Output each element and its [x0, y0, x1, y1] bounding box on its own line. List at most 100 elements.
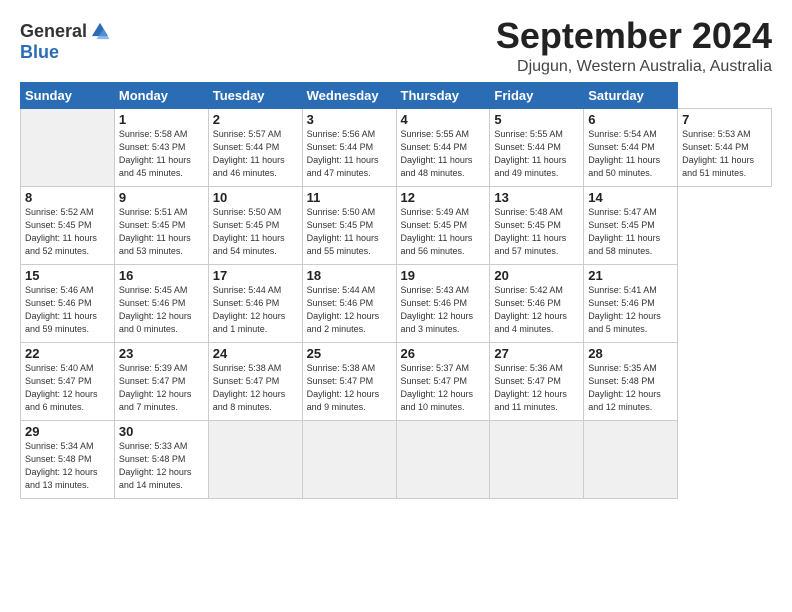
week-row-5: 29Sunrise: 5:34 AMSunset: 5:48 PMDayligh…	[21, 420, 772, 498]
day-number: 6	[588, 112, 673, 127]
day-cell: 26Sunrise: 5:37 AMSunset: 5:47 PMDayligh…	[396, 342, 490, 420]
day-cell: 19Sunrise: 5:43 AMSunset: 5:46 PMDayligh…	[396, 264, 490, 342]
column-header-sunday: Sunday	[21, 82, 115, 108]
day-number: 20	[494, 268, 579, 283]
day-cell: 18Sunrise: 5:44 AMSunset: 5:46 PMDayligh…	[302, 264, 396, 342]
day-cell: 15Sunrise: 5:46 AMSunset: 5:46 PMDayligh…	[21, 264, 115, 342]
day-cell: 1Sunrise: 5:58 AMSunset: 5:43 PMDaylight…	[114, 108, 208, 186]
column-header-saturday: Saturday	[584, 82, 678, 108]
day-info: Sunrise: 5:40 AMSunset: 5:47 PMDaylight:…	[25, 362, 110, 414]
logo-blue-text: Blue	[20, 42, 59, 63]
day-cell: 11Sunrise: 5:50 AMSunset: 5:45 PMDayligh…	[302, 186, 396, 264]
day-cell: 23Sunrise: 5:39 AMSunset: 5:47 PMDayligh…	[114, 342, 208, 420]
day-info: Sunrise: 5:56 AMSunset: 5:44 PMDaylight:…	[307, 128, 392, 180]
day-cell: 9Sunrise: 5:51 AMSunset: 5:45 PMDaylight…	[114, 186, 208, 264]
week-row-4: 22Sunrise: 5:40 AMSunset: 5:47 PMDayligh…	[21, 342, 772, 420]
day-info: Sunrise: 5:55 AMSunset: 5:44 PMDaylight:…	[494, 128, 579, 180]
day-info: Sunrise: 5:50 AMSunset: 5:45 PMDaylight:…	[307, 206, 392, 258]
day-info: Sunrise: 5:33 AMSunset: 5:48 PMDaylight:…	[119, 440, 204, 492]
day-number: 11	[307, 190, 392, 205]
day-cell: 29Sunrise: 5:34 AMSunset: 5:48 PMDayligh…	[21, 420, 115, 498]
day-info: Sunrise: 5:57 AMSunset: 5:44 PMDaylight:…	[213, 128, 298, 180]
day-info: Sunrise: 5:46 AMSunset: 5:46 PMDaylight:…	[25, 284, 110, 336]
column-header-wednesday: Wednesday	[302, 82, 396, 108]
day-cell	[208, 420, 302, 498]
day-number: 14	[588, 190, 673, 205]
week-row-2: 8Sunrise: 5:52 AMSunset: 5:45 PMDaylight…	[21, 186, 772, 264]
day-info: Sunrise: 5:45 AMSunset: 5:46 PMDaylight:…	[119, 284, 204, 336]
day-number: 23	[119, 346, 204, 361]
day-number: 21	[588, 268, 673, 283]
day-number: 7	[682, 112, 767, 127]
day-cell: 27Sunrise: 5:36 AMSunset: 5:47 PMDayligh…	[490, 342, 584, 420]
day-info: Sunrise: 5:51 AMSunset: 5:45 PMDaylight:…	[119, 206, 204, 258]
day-number: 25	[307, 346, 392, 361]
day-info: Sunrise: 5:38 AMSunset: 5:47 PMDaylight:…	[213, 362, 298, 414]
day-info: Sunrise: 5:50 AMSunset: 5:45 PMDaylight:…	[213, 206, 298, 258]
logo-general-text: General	[20, 21, 87, 42]
day-cell: 13Sunrise: 5:48 AMSunset: 5:45 PMDayligh…	[490, 186, 584, 264]
day-info: Sunrise: 5:53 AMSunset: 5:44 PMDaylight:…	[682, 128, 767, 180]
day-cell: 30Sunrise: 5:33 AMSunset: 5:48 PMDayligh…	[114, 420, 208, 498]
day-number: 19	[401, 268, 486, 283]
calendar-header: SundayMondayTuesdayWednesdayThursdayFrid…	[21, 82, 772, 108]
day-cell: 12Sunrise: 5:49 AMSunset: 5:45 PMDayligh…	[396, 186, 490, 264]
day-number: 13	[494, 190, 579, 205]
day-cell: 8Sunrise: 5:52 AMSunset: 5:45 PMDaylight…	[21, 186, 115, 264]
day-info: Sunrise: 5:48 AMSunset: 5:45 PMDaylight:…	[494, 206, 579, 258]
day-info: Sunrise: 5:37 AMSunset: 5:47 PMDaylight:…	[401, 362, 486, 414]
day-cell: 3Sunrise: 5:56 AMSunset: 5:44 PMDaylight…	[302, 108, 396, 186]
day-number: 12	[401, 190, 486, 205]
day-info: Sunrise: 5:49 AMSunset: 5:45 PMDaylight:…	[401, 206, 486, 258]
day-number: 3	[307, 112, 392, 127]
day-number: 27	[494, 346, 579, 361]
month-title: September 2024	[496, 16, 772, 56]
empty-cell	[21, 108, 115, 186]
day-number: 9	[119, 190, 204, 205]
day-info: Sunrise: 5:55 AMSunset: 5:44 PMDaylight:…	[401, 128, 486, 180]
week-row-1: 1Sunrise: 5:58 AMSunset: 5:43 PMDaylight…	[21, 108, 772, 186]
day-number: 18	[307, 268, 392, 283]
calendar-body: 1Sunrise: 5:58 AMSunset: 5:43 PMDaylight…	[21, 108, 772, 498]
logo-icon	[89, 20, 111, 42]
day-info: Sunrise: 5:39 AMSunset: 5:47 PMDaylight:…	[119, 362, 204, 414]
day-number: 17	[213, 268, 298, 283]
day-cell: 10Sunrise: 5:50 AMSunset: 5:45 PMDayligh…	[208, 186, 302, 264]
day-number: 30	[119, 424, 204, 439]
day-cell: 6Sunrise: 5:54 AMSunset: 5:44 PMDaylight…	[584, 108, 678, 186]
day-cell: 2Sunrise: 5:57 AMSunset: 5:44 PMDaylight…	[208, 108, 302, 186]
day-cell: 20Sunrise: 5:42 AMSunset: 5:46 PMDayligh…	[490, 264, 584, 342]
day-info: Sunrise: 5:35 AMSunset: 5:48 PMDaylight:…	[588, 362, 673, 414]
day-cell: 24Sunrise: 5:38 AMSunset: 5:47 PMDayligh…	[208, 342, 302, 420]
day-cell	[396, 420, 490, 498]
day-cell: 25Sunrise: 5:38 AMSunset: 5:47 PMDayligh…	[302, 342, 396, 420]
logo: General Blue	[20, 20, 111, 63]
day-number: 4	[401, 112, 486, 127]
day-info: Sunrise: 5:38 AMSunset: 5:47 PMDaylight:…	[307, 362, 392, 414]
day-info: Sunrise: 5:54 AMSunset: 5:44 PMDaylight:…	[588, 128, 673, 180]
day-info: Sunrise: 5:58 AMSunset: 5:43 PMDaylight:…	[119, 128, 204, 180]
day-cell: 17Sunrise: 5:44 AMSunset: 5:46 PMDayligh…	[208, 264, 302, 342]
day-number: 24	[213, 346, 298, 361]
day-info: Sunrise: 5:47 AMSunset: 5:45 PMDaylight:…	[588, 206, 673, 258]
day-number: 16	[119, 268, 204, 283]
day-info: Sunrise: 5:42 AMSunset: 5:46 PMDaylight:…	[494, 284, 579, 336]
day-number: 29	[25, 424, 110, 439]
page: General Blue September 2024 Djugun, West…	[0, 0, 792, 612]
day-number: 1	[119, 112, 204, 127]
day-number: 15	[25, 268, 110, 283]
day-info: Sunrise: 5:44 AMSunset: 5:46 PMDaylight:…	[213, 284, 298, 336]
column-header-monday: Monday	[114, 82, 208, 108]
day-cell: 21Sunrise: 5:41 AMSunset: 5:46 PMDayligh…	[584, 264, 678, 342]
column-header-tuesday: Tuesday	[208, 82, 302, 108]
header-row: SundayMondayTuesdayWednesdayThursdayFrid…	[21, 82, 772, 108]
location-title: Djugun, Western Australia, Australia	[496, 58, 772, 76]
day-info: Sunrise: 5:34 AMSunset: 5:48 PMDaylight:…	[25, 440, 110, 492]
day-cell: 16Sunrise: 5:45 AMSunset: 5:46 PMDayligh…	[114, 264, 208, 342]
day-number: 5	[494, 112, 579, 127]
day-cell: 4Sunrise: 5:55 AMSunset: 5:44 PMDaylight…	[396, 108, 490, 186]
day-cell: 5Sunrise: 5:55 AMSunset: 5:44 PMDaylight…	[490, 108, 584, 186]
day-info: Sunrise: 5:43 AMSunset: 5:46 PMDaylight:…	[401, 284, 486, 336]
day-cell	[302, 420, 396, 498]
week-row-3: 15Sunrise: 5:46 AMSunset: 5:46 PMDayligh…	[21, 264, 772, 342]
